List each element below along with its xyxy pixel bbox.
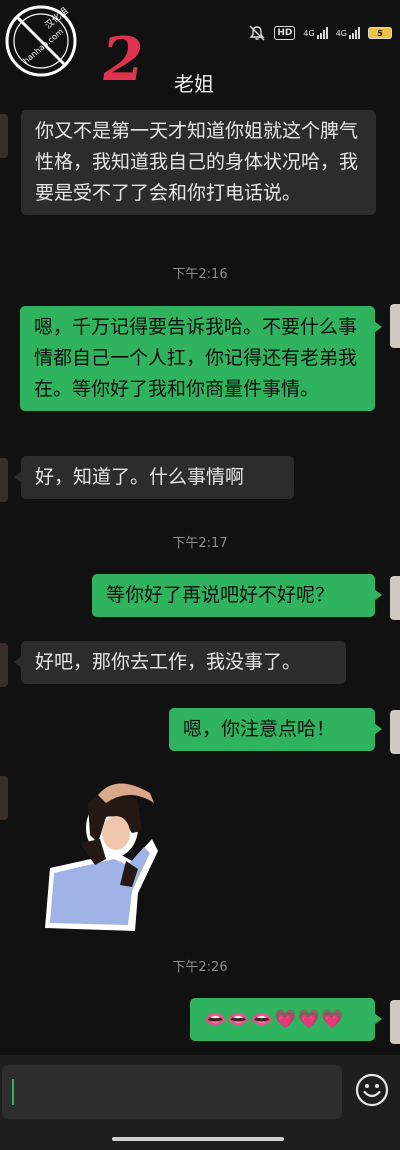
contact-avatar[interactable] (0, 776, 8, 820)
my-avatar[interactable] (390, 710, 400, 754)
hd-badge: HD (274, 26, 296, 40)
input-bar (0, 1055, 400, 1150)
network-type-label: 4G (303, 28, 315, 38)
signal-bars-icon (349, 27, 360, 39)
message-outgoing[interactable]: 👄👄👄💗💗💗 (190, 998, 382, 1041)
overlay-number: 2 (97, 25, 149, 95)
bell-off-icon (248, 25, 266, 41)
signal-2: 4G (336, 27, 360, 39)
watermark-logo: 汉化组 hanhao.com (5, 5, 77, 77)
message-incoming[interactable]: 好，知道了。什么事情啊 (14, 456, 294, 499)
signal-bars-icon (316, 27, 328, 39)
status-icons: HD 4G 4G 5 (248, 25, 392, 41)
timestamp: 下午2:26 (172, 960, 228, 975)
contact-avatar[interactable] (0, 114, 8, 158)
message-incoming[interactable]: 好吧，那你去工作，我没事了。 (14, 641, 346, 684)
network-type-label: 4G (335, 28, 347, 38)
emoji-smile-icon[interactable] (355, 1073, 389, 1107)
timestamp: 下午2:17 (172, 536, 228, 551)
message-outgoing[interactable]: 等你好了再说吧好不好呢？ (92, 574, 382, 617)
battery-icon: 5 (368, 27, 392, 39)
chat-title[interactable]: 老姐 (174, 68, 214, 97)
contact-avatar[interactable] (0, 458, 8, 502)
text-cursor (12, 1079, 14, 1105)
my-avatar[interactable] (390, 576, 400, 620)
chat-messages[interactable]: 你又不是第一天才知道你姐就这个脾气性格，我知道我自己的身体状况哈，我要是受不了了… (0, 108, 400, 1053)
message-outgoing[interactable]: 嗯，你注意点哈！ (169, 708, 382, 751)
contact-avatar[interactable] (0, 643, 8, 687)
timestamp: 下午2:16 (172, 267, 228, 282)
signal-1: 4G (303, 27, 328, 39)
home-indicator[interactable] (112, 1137, 284, 1141)
message-outgoing[interactable]: 嗯，千万记得要告诉我哈。不要什么事情都自己一个人扛，你记得还有老弟我在。等你好了… (20, 306, 382, 411)
message-input[interactable] (2, 1065, 342, 1119)
battery-level: 5 (377, 28, 383, 38)
sticker-image[interactable] (40, 773, 165, 933)
my-avatar[interactable] (390, 1000, 400, 1044)
my-avatar[interactable] (390, 304, 400, 348)
message-incoming[interactable]: 你又不是第一天才知道你姐就这个脾气性格，我知道我自己的身体状况哈，我要是受不了了… (21, 110, 376, 215)
